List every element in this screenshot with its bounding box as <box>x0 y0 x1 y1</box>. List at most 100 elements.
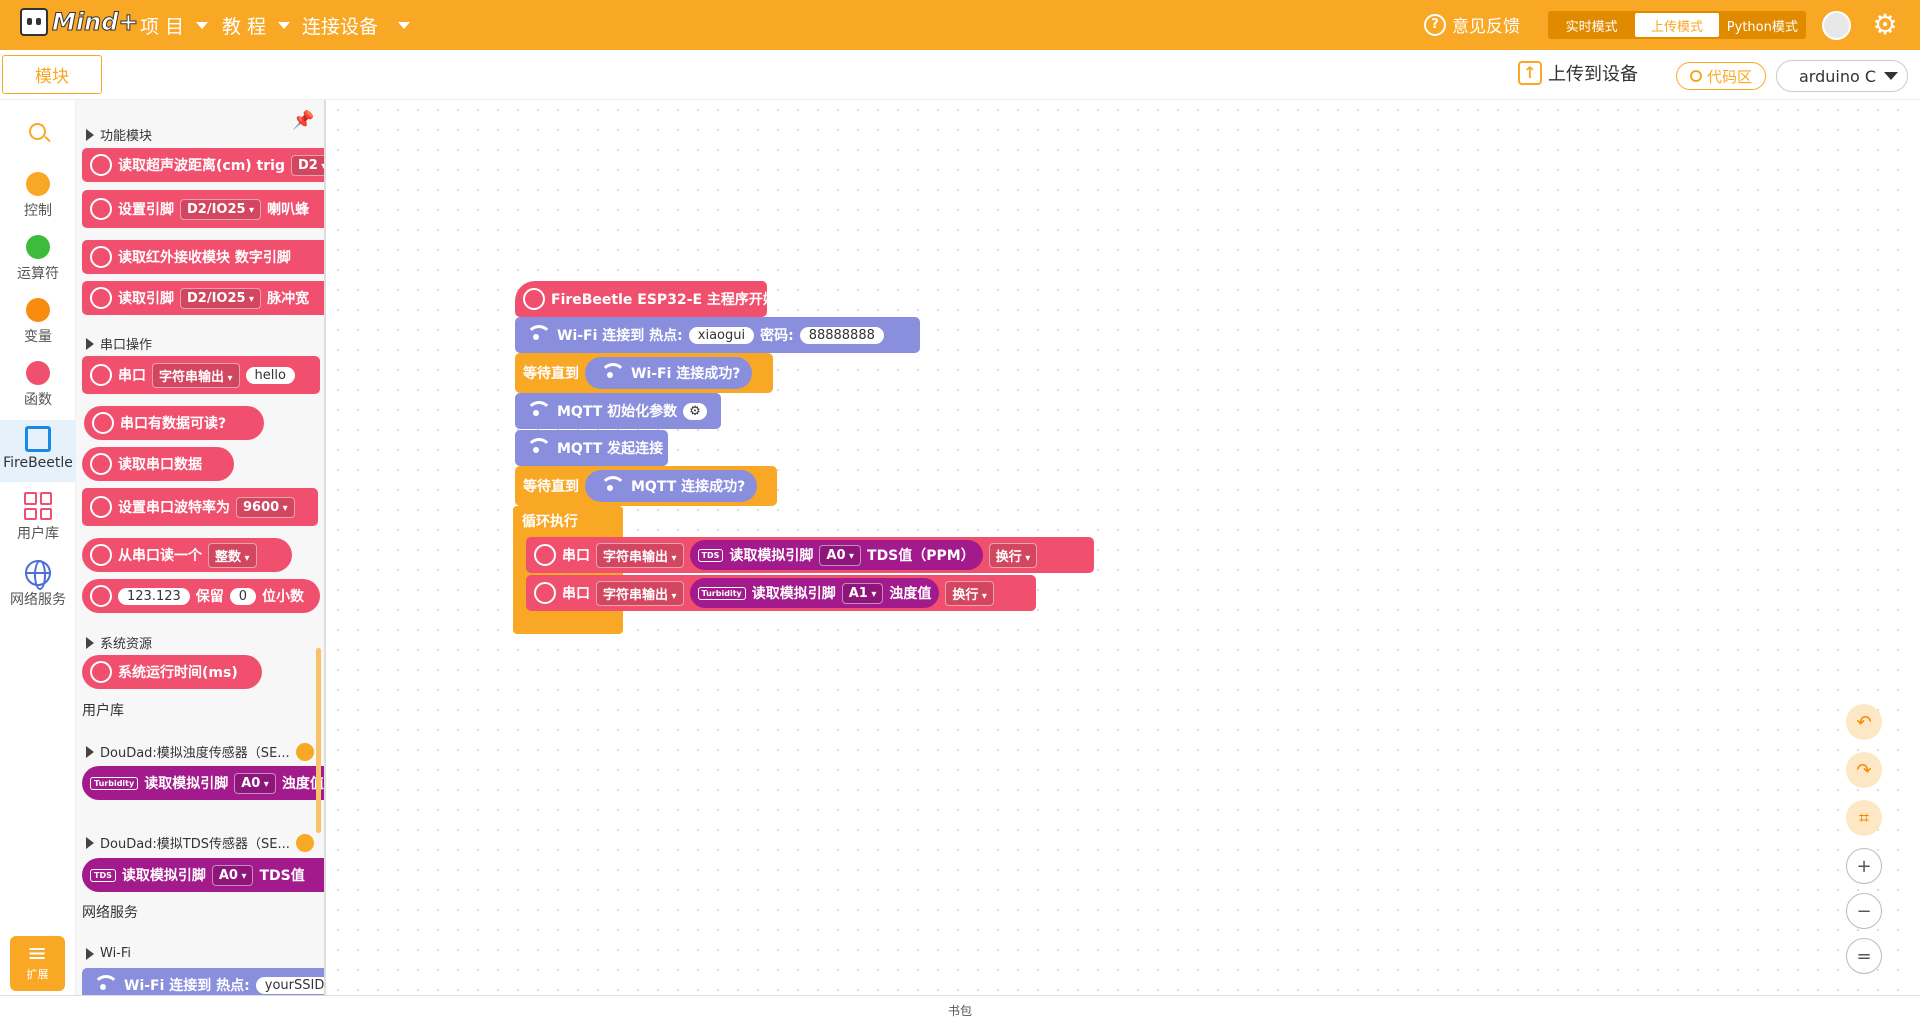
palette-block-baud-rate[interactable]: 设置串口波特率为 9600 <box>82 488 318 526</box>
serial-print-tds-block[interactable]: 串口字符串输出 TDS 读取模拟引脚 A0 TDS值（PPM） 换行 <box>526 537 1094 573</box>
block-dropdown[interactable]: 整数 <box>208 542 257 568</box>
palette-block-uptime[interactable]: 系统运行时间(ms) <box>82 655 262 689</box>
wait-until-mqtt-block[interactable]: 等待直到 MQTT 连接成功? <box>515 466 777 506</box>
block-label: 读取串口数据 <box>118 457 202 473</box>
upload-icon: ↑ <box>1518 61 1542 85</box>
block-dropdown[interactable]: 字符串输出 <box>596 542 684 568</box>
category-user-library[interactable]: 用户库 <box>0 492 76 543</box>
palette-block-read-pin[interactable]: 读取引脚 D2/IO25 脉冲宽 <box>82 281 324 315</box>
palette-block-tds[interactable]: TDS 读取模拟引脚 A0 TDS值 <box>82 858 324 892</box>
main-program-start-block[interactable]: FireBeetle ESP32-E 主程序开始 <box>515 281 777 317</box>
menu-connect-device[interactable]: 连接设备 <box>302 0 411 50</box>
language-select[interactable]: arduino C <box>1776 60 1908 92</box>
menu-tutorial[interactable]: 教 程 <box>222 0 291 50</box>
palette-block-read-one[interactable]: 从串口读一个 整数 <box>82 538 292 572</box>
palette-block-serial-read[interactable]: 读取串口数据 <box>82 447 234 481</box>
block-dropdown[interactable]: A1 <box>841 582 884 604</box>
mqtt-connected-condition[interactable]: MQTT 连接成功? <box>585 470 758 502</box>
tds-reading-block[interactable]: TDS 读取模拟引脚 A0 TDS值（PPM） <box>689 540 983 570</box>
section-serial[interactable]: 串口操作 <box>86 334 152 353</box>
section-tds-lib[interactable]: DouDad:模拟TDS传感器（SE... <box>86 833 314 852</box>
block-input[interactable]: 0 <box>229 587 257 605</box>
tab-modules[interactable]: 模块 <box>2 55 102 94</box>
section-function-module[interactable]: 功能模块 <box>86 125 152 144</box>
block-label: 保留 <box>195 589 224 605</box>
palette-block-set-pin[interactable]: 设置引脚 D2/IO25 喇叭蜂 <box>82 190 324 228</box>
search-icon[interactable] <box>29 123 46 140</box>
palette-block-turbidity[interactable]: Turbidity读取模拟引脚A0浊度值 <box>82 766 324 800</box>
category-control[interactable]: 控制 <box>0 172 76 220</box>
block-icon <box>90 198 112 220</box>
section-label: DouDad:模拟TDS传感器（SE... <box>100 837 290 852</box>
block-dropdown[interactable]: 字符串输出 <box>152 362 240 388</box>
menu-project[interactable]: 项 目 <box>140 0 209 50</box>
block-label: 串口 <box>562 548 590 564</box>
serial-print-turbidity-block[interactable]: 串口字符串输出 Turbidity 读取模拟引脚 A1 浊度值 换行 <box>526 575 1036 611</box>
newline-dropdown[interactable]: 换行 <box>945 580 994 606</box>
feedback-button[interactable]: ? 意见反馈 <box>1424 12 1520 37</box>
block-label: 读取引脚 <box>118 291 174 307</box>
zoom-out-icon[interactable]: − <box>1846 893 1882 929</box>
wait-until-wifi-block[interactable]: 等待直到 Wi-Fi 连接成功? <box>515 353 773 393</box>
section-wifi[interactable]: Wi-Fi <box>86 946 131 961</box>
category-variables[interactable]: 变量 <box>0 298 76 346</box>
block-dropdown[interactable]: D2/IO25 <box>180 287 262 309</box>
pin-icon[interactable]: 📌 <box>292 110 314 131</box>
palette-block-ir-receiver[interactable]: 读取红外接收模块 数字引脚 <box>82 240 324 274</box>
redo-icon[interactable]: ↷ <box>1846 752 1882 788</box>
mindplus-logo[interactable]: Mind+ <box>20 8 139 37</box>
section-system[interactable]: 系统资源 <box>86 633 152 652</box>
backpack-bar[interactable]: 书包 <box>0 995 1920 1027</box>
password-input[interactable]: 88888888 <box>799 326 884 344</box>
palette-scrollbar[interactable] <box>316 648 321 833</box>
wifi-connect-block[interactable]: Wi-Fi 连接到 热点: xiaogui 密码: 88888888 <box>515 317 920 353</box>
block-dropdown[interactable]: 字符串输出 <box>596 580 684 606</box>
feedback-label: 意见反馈 <box>1452 17 1520 37</box>
mqtt-connect-block[interactable]: MQTT 发起连接 <box>515 430 668 466</box>
block-input[interactable]: hello <box>245 366 295 384</box>
section-turbidity-lib[interactable]: DouDad:模拟浊度传感器（SE... <box>86 742 314 761</box>
turbidity-reading-block[interactable]: Turbidity 读取模拟引脚 A1 浊度值 <box>689 578 940 608</box>
section-label: DouDad:模拟浊度传感器（SE... <box>100 746 290 761</box>
reset-zoom-icon[interactable]: = <box>1846 938 1882 974</box>
zoom-in-icon[interactable]: + <box>1846 848 1882 884</box>
palette-block-wifi-connect[interactable]: Wi-Fi 连接到 热点: yourSSID <box>82 968 324 995</box>
block-dropdown[interactable]: A0 <box>819 544 862 566</box>
gear-icon[interactable]: ⚙ <box>1870 10 1900 40</box>
block-dropdown[interactable]: D2 <box>290 154 324 176</box>
mode-upload[interactable]: 上传模式 <box>1635 13 1719 37</box>
code-area-button[interactable]: 代码区 <box>1676 62 1766 90</box>
category-functions[interactable]: 函数 <box>0 361 76 409</box>
menu-connect-device-label: 连接设备 <box>302 15 379 38</box>
block-label: 读取模拟引脚 <box>729 548 814 564</box>
block-label: 密码: <box>760 328 794 344</box>
category-firebeetle[interactable]: FireBeetle <box>0 420 76 482</box>
block-dropdown[interactable]: D2/IO25 <box>180 198 262 220</box>
block-dropdown[interactable]: 9600 <box>236 496 295 518</box>
block-dropdown[interactable]: A0 <box>211 864 254 886</box>
wifi-connected-condition[interactable]: Wi-Fi 连接成功? <box>585 357 753 389</box>
category-operators[interactable]: 运算符 <box>0 235 76 283</box>
mode-python[interactable]: Python模式 <box>1721 13 1804 37</box>
chip-icon <box>25 426 51 452</box>
block-input[interactable]: 123.123 <box>118 587 190 605</box>
library-user-lib-title: 用户库 <box>82 703 124 719</box>
palette-block-round[interactable]: 123.123 保留 0 位小数 <box>82 579 320 613</box>
undo-icon[interactable]: ↶ <box>1846 704 1882 740</box>
crop-icon[interactable]: ⌗ <box>1846 800 1882 836</box>
newline-dropdown[interactable]: 换行 <box>988 542 1038 568</box>
extension-button[interactable]: 扩展 <box>10 936 65 991</box>
gear-icon[interactable]: ⚙ <box>683 402 707 420</box>
block-dropdown[interactable]: A0 <box>234 772 276 794</box>
palette-block-serial-available[interactable]: 串口有数据可读? <box>84 406 264 440</box>
block-label: 读取超声波距离(cm) trig <box>118 158 285 174</box>
palette-block-ultrasonic[interactable]: 读取超声波距离(cm) trig D2 <box>82 148 324 182</box>
user-avatar[interactable] <box>1822 11 1851 40</box>
mqtt-init-block[interactable]: MQTT 初始化参数 ⚙ <box>515 393 721 429</box>
mode-realtime[interactable]: 实时模式 <box>1550 13 1633 37</box>
ssid-input[interactable]: xiaogui <box>688 326 755 344</box>
upload-to-device-button[interactable]: ↑ 上传到设备 <box>1518 60 1638 86</box>
category-network[interactable]: 网络服务 <box>0 560 76 609</box>
block-input[interactable]: yourSSID <box>255 976 324 994</box>
palette-block-serial-print[interactable]: 串口字符串输出 hello <box>82 356 320 394</box>
